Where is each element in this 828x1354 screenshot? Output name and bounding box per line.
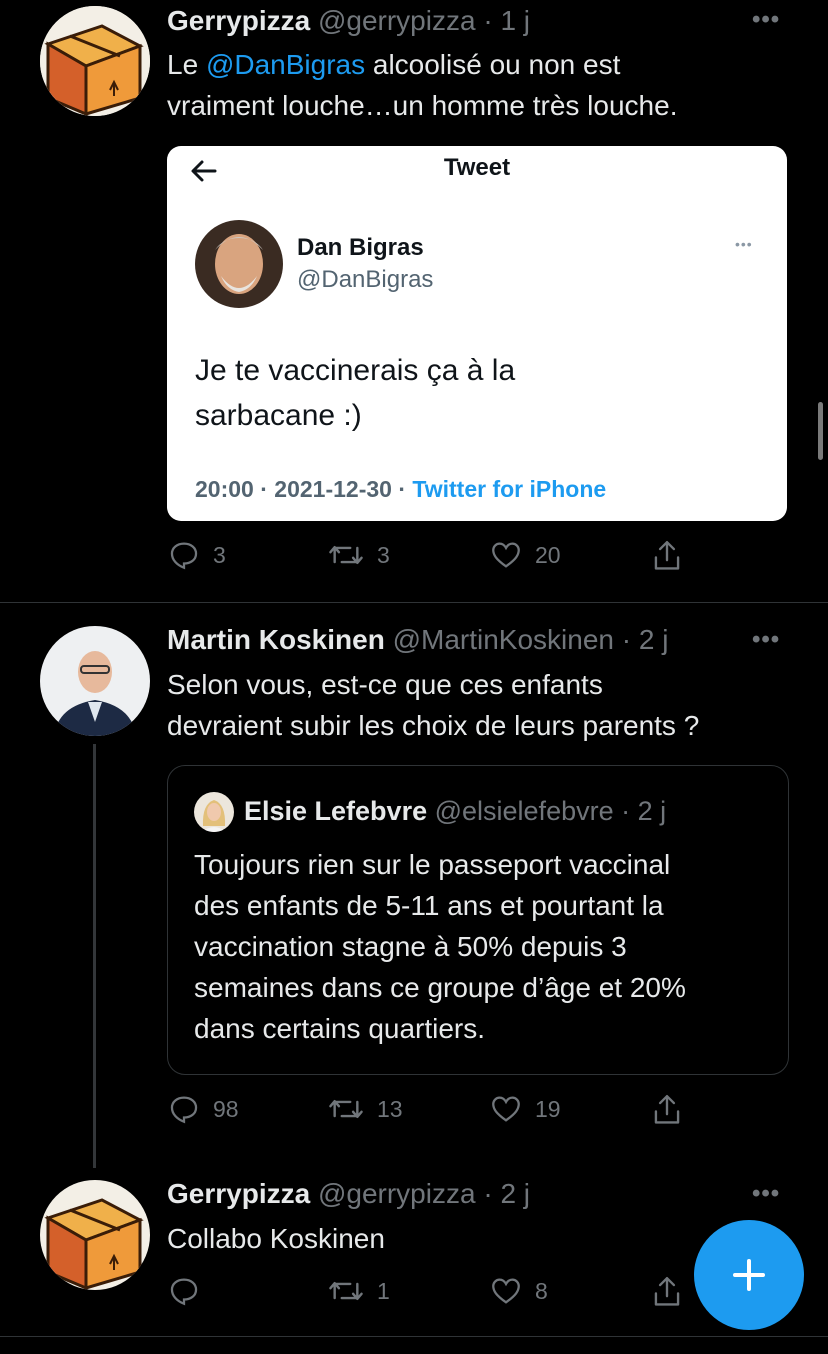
tweet-divider (0, 602, 828, 603)
author-handle[interactable]: @gerrypizza (318, 5, 476, 36)
reply-button[interactable]: 3 (167, 538, 226, 572)
like-button[interactable]: 19 (489, 1092, 561, 1126)
author-name[interactable]: Gerrypizza (167, 5, 310, 36)
more-options-icon[interactable]: ••• (752, 626, 780, 654)
quoted-tweet[interactable]: Elsie Lefebvre @elsielefebvre · 2 j Touj… (167, 765, 789, 1075)
retweet-button[interactable]: 3 (327, 538, 390, 572)
retweet-icon (329, 546, 363, 564)
screenshot-author-handle: @DanBigras (297, 266, 434, 293)
like-count: 20 (535, 541, 561, 568)
thread-connector-line (93, 744, 96, 1168)
separator-dot: · (621, 624, 632, 655)
separator-dot: · (621, 796, 631, 826)
portrait-image (194, 792, 234, 832)
scrollbar-thumb[interactable] (818, 402, 823, 460)
tweet-text-line: Le @DanBigras alcoolisé ou non est (167, 49, 621, 80)
gerrypizza-avatar[interactable] (40, 6, 150, 116)
tweet-text: Selon vous, est-ce que ces enfants devra… (167, 669, 700, 741)
quoted-author-handle: @elsielefebvre (434, 796, 614, 826)
tweet-header: Gerrypizza @gerrypizza · 2 j (167, 1177, 530, 1211)
tweet-text: Collabo Koskinen (167, 1223, 385, 1254)
portrait-image (40, 626, 150, 736)
screenshot-author-name: Dan Bigras (297, 234, 424, 261)
box-avatar-image (40, 1180, 150, 1290)
share-button[interactable] (650, 538, 696, 574)
quoted-tweet-header: Elsie Lefebvre @elsielefebvre · 2 j (244, 794, 666, 828)
separator-dot: · (483, 1178, 493, 1209)
retweet-button[interactable]: 13 (327, 1092, 403, 1126)
reply-button[interactable] (167, 1274, 213, 1308)
dan-bigras-avatar (195, 220, 283, 308)
heart-icon (492, 542, 520, 568)
tweet-divider (0, 1336, 828, 1337)
separator-dot: · (483, 5, 493, 36)
tweet-header: Gerrypizza @gerrypizza · 1 j (167, 4, 530, 38)
more-options-icon[interactable]: ••• (752, 1180, 780, 1208)
mention-link[interactable]: @DanBigras (206, 49, 365, 80)
heart-icon (492, 1278, 520, 1304)
gerrypizza-avatar[interactable] (40, 1180, 150, 1290)
quoted-tweet-text: Toujours rien sur le passeport vaccinal … (194, 849, 686, 1044)
elsie-lefebvre-avatar (194, 792, 234, 832)
reply-icon (170, 542, 198, 570)
tweet-header: Martin Koskinen @MartinKoskinen · 2 j (167, 623, 668, 657)
tweet-text: Le @DanBigras alcoolisé ou non est vraim… (167, 44, 807, 126)
box-avatar-image (40, 6, 150, 116)
timestamp[interactable]: 2 j (639, 624, 669, 655)
author-handle[interactable]: @MartinKoskinen (393, 624, 614, 655)
quoted-author-name: Elsie Lefebvre (244, 796, 428, 826)
screenshot-more-icon: ••• (735, 236, 753, 252)
like-count: 19 (535, 1095, 561, 1122)
heart-icon (492, 1096, 520, 1122)
retweet-icon (329, 1282, 363, 1300)
reply-count: 3 (213, 541, 226, 568)
retweet-icon (329, 1100, 363, 1118)
reply-icon (170, 1278, 198, 1306)
more-options-icon[interactable]: ••• (752, 6, 780, 34)
quoted-timestamp: 2 j (637, 796, 667, 826)
reply-button[interactable]: 98 (167, 1092, 239, 1126)
timestamp[interactable]: 1 j (500, 5, 530, 36)
reply-count: 98 (213, 1095, 239, 1122)
retweet-button[interactable]: 1 (327, 1274, 390, 1308)
tweet-text-line: vraiment louche…un homme très louche. (167, 90, 678, 121)
share-icon (654, 1094, 680, 1124)
author-name[interactable]: Martin Koskinen (167, 624, 385, 655)
compose-tweet-button[interactable] (694, 1220, 804, 1330)
attached-tweet-screenshot[interactable]: Tweet Dan Bigras @DanBigras ••• Je te va… (167, 146, 787, 521)
like-count: 8 (535, 1277, 548, 1304)
plus-icon (733, 1259, 765, 1291)
reply-icon (170, 1096, 198, 1124)
screenshot-tweet-text: Je te vaccinerais ça à la sarbacane :) (195, 354, 516, 432)
share-icon (654, 1276, 680, 1306)
like-button[interactable]: 8 (489, 1274, 548, 1308)
timestamp[interactable]: 2 j (500, 1178, 530, 1209)
share-button[interactable] (650, 1274, 696, 1310)
portrait-image (195, 220, 283, 308)
martin-koskinen-avatar[interactable] (40, 626, 150, 736)
screenshot-meta: 20:00 · 2021-12-30 · Twitter for iPhone (195, 476, 607, 502)
author-name[interactable]: Gerrypizza (167, 1178, 310, 1209)
like-button[interactable]: 20 (489, 538, 561, 572)
retweet-count: 13 (377, 1095, 403, 1122)
retweet-count: 1 (377, 1277, 390, 1304)
author-handle[interactable]: @gerrypizza (318, 1178, 476, 1209)
share-icon (654, 540, 680, 570)
share-button[interactable] (650, 1092, 696, 1128)
screenshot-header-title: Tweet (443, 154, 511, 181)
retweet-count: 3 (377, 541, 390, 568)
